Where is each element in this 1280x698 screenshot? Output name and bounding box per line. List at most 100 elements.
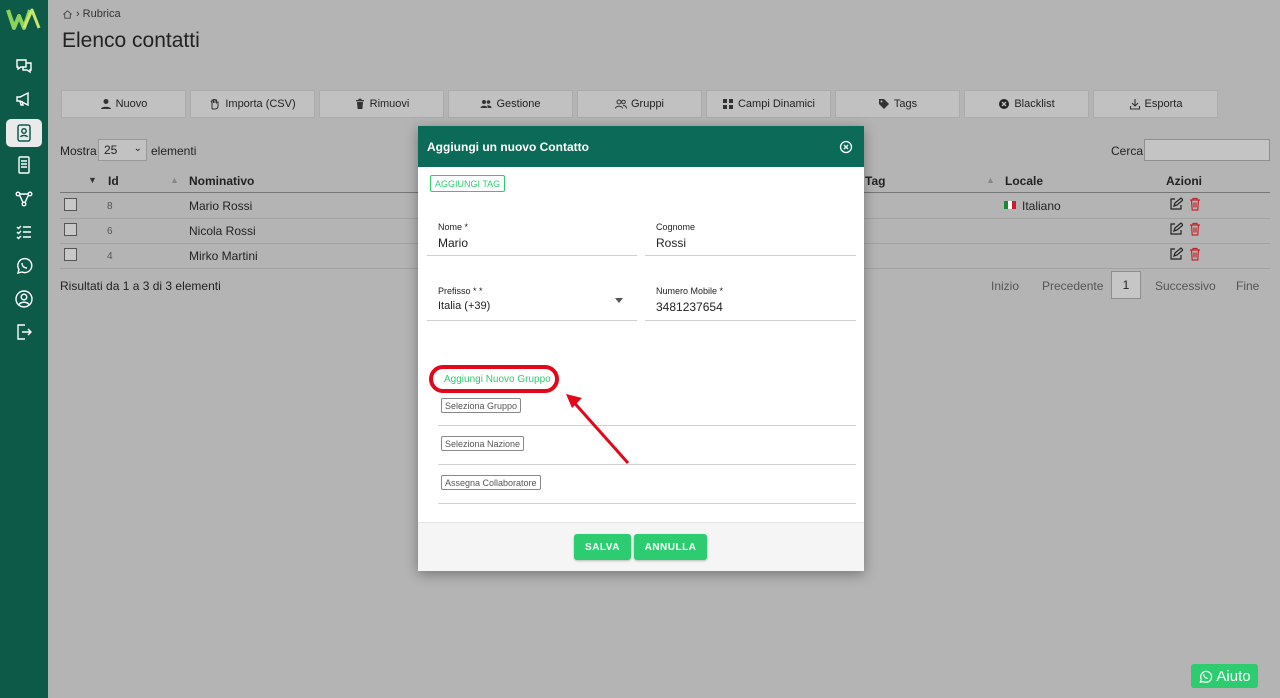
pagination-next[interactable]: Successivo bbox=[1155, 279, 1216, 293]
row-name: Mario Rossi bbox=[189, 199, 253, 213]
first-name-field[interactable]: Nome * Mario bbox=[427, 216, 637, 256]
sort-desc-icon[interactable]: ▼ bbox=[88, 175, 97, 185]
flow-icon[interactable] bbox=[12, 187, 36, 211]
delete-icon[interactable] bbox=[1188, 222, 1202, 236]
select-nation-chip[interactable]: Seleziona Nazione bbox=[441, 436, 525, 451]
close-icon[interactable] bbox=[839, 140, 853, 154]
whatsapp-icon bbox=[1199, 670, 1213, 683]
account-icon[interactable] bbox=[12, 287, 36, 311]
ban-icon bbox=[999, 99, 1010, 109]
breadcrumb: › Rubrica bbox=[62, 8, 121, 20]
toolbar-label: Blacklist bbox=[1014, 98, 1055, 110]
delete-icon[interactable] bbox=[1188, 197, 1202, 211]
collaborator-select-row: Assegna Collaboratore bbox=[438, 464, 856, 504]
delete-icon[interactable] bbox=[1188, 247, 1202, 261]
mobile-number-value: 3481237654 bbox=[656, 300, 723, 314]
column-name[interactable]: Nominativo bbox=[189, 174, 254, 188]
toolbar-label: Esporta bbox=[1144, 98, 1183, 110]
modal-header: Aggiungi un nuovo Contatto bbox=[418, 126, 864, 167]
dropdown-caret-icon bbox=[615, 298, 623, 303]
hand-icon bbox=[210, 99, 219, 110]
column-id[interactable]: Id bbox=[108, 174, 119, 188]
prefix-select[interactable]: Prefisso * * Italia (+39) bbox=[427, 280, 637, 321]
dynamic-fields-button[interactable]: Campi Dinamici bbox=[706, 90, 831, 118]
mobile-number-field[interactable]: Numero Mobile * 3481237654 bbox=[645, 280, 856, 321]
manage-button[interactable]: Gestione bbox=[448, 90, 573, 118]
tags-button[interactable]: Tags bbox=[835, 90, 960, 118]
row-checkbox[interactable] bbox=[64, 248, 77, 261]
groups-button[interactable]: Gruppi bbox=[577, 90, 702, 118]
page-size-select[interactable]: 25 ⌄ bbox=[98, 139, 147, 161]
row-locale: Italiano bbox=[1022, 199, 1061, 213]
annotation-arrow-icon bbox=[566, 394, 630, 464]
chat-icon[interactable] bbox=[12, 54, 36, 78]
help-button[interactable]: Aiuto bbox=[1191, 664, 1258, 688]
toolbar-label: Importa (CSV) bbox=[225, 98, 296, 110]
tag-icon bbox=[878, 99, 889, 109]
document-icon[interactable] bbox=[12, 153, 36, 177]
select-group-chip[interactable]: Seleziona Gruppo bbox=[441, 398, 522, 413]
mobile-number-label: Numero Mobile * bbox=[656, 286, 724, 296]
brand-logo[interactable] bbox=[6, 6, 42, 32]
italy-flag-icon bbox=[1004, 201, 1016, 209]
user-plus-icon bbox=[100, 99, 111, 109]
chevron-down-icon: ⌄ bbox=[133, 143, 142, 154]
assign-collaborator-chip[interactable]: Assegna Collaboratore bbox=[441, 475, 541, 490]
import-csv-button[interactable]: Importa (CSV) bbox=[190, 90, 315, 118]
show-label: Mostra bbox=[60, 144, 97, 158]
home-icon[interactable] bbox=[62, 9, 73, 20]
prefix-value: Italia (+39) bbox=[438, 300, 491, 312]
show-after-label: elementi bbox=[151, 144, 197, 158]
add-contact-modal: Aggiungi un nuovo Contatto AGGIUNGI TAG … bbox=[418, 126, 864, 571]
megaphone-icon[interactable] bbox=[12, 87, 36, 111]
save-button[interactable]: SALVA bbox=[574, 534, 631, 560]
users-icon bbox=[480, 100, 492, 108]
results-info: Risultati da 1 a 3 di 3 elementi bbox=[60, 279, 221, 293]
new-contact-button[interactable]: Nuovo bbox=[61, 90, 186, 118]
first-name-value: Mario bbox=[438, 236, 469, 250]
column-locale[interactable]: Locale bbox=[1005, 174, 1043, 188]
search-input[interactable] bbox=[1144, 139, 1270, 161]
nation-select-row: Seleziona Nazione bbox=[438, 425, 856, 465]
breadcrumb-separator: › bbox=[76, 8, 80, 20]
row-id: 4 bbox=[107, 251, 113, 262]
blacklist-button[interactable]: Blacklist bbox=[964, 90, 1089, 118]
checklist-icon[interactable] bbox=[12, 220, 36, 244]
help-label: Aiuto bbox=[1216, 667, 1251, 685]
last-name-value: Rossi bbox=[656, 236, 687, 250]
pagination-last[interactable]: Fine bbox=[1236, 279, 1259, 293]
search-label: Cerca: bbox=[1111, 144, 1147, 158]
row-checkbox[interactable] bbox=[64, 223, 77, 236]
sort-icon[interactable]: ▲ bbox=[170, 175, 179, 185]
row-name: Mirko Martini bbox=[189, 249, 258, 263]
trash-icon bbox=[355, 98, 364, 109]
contacts-icon[interactable] bbox=[6, 119, 42, 147]
toolbar-label: Campi Dinamici bbox=[737, 98, 816, 110]
edit-icon[interactable] bbox=[1169, 222, 1183, 236]
edit-icon[interactable] bbox=[1169, 197, 1183, 211]
remove-button[interactable]: Rimuovi bbox=[319, 90, 444, 118]
download-icon bbox=[1129, 99, 1140, 110]
logout-icon[interactable] bbox=[12, 320, 36, 344]
toolbar-label: Gruppi bbox=[630, 98, 665, 110]
toolbar-label: Tags bbox=[893, 98, 918, 110]
last-name-field[interactable]: Cognome Rossi bbox=[645, 216, 856, 256]
add-tag-button[interactable]: AGGIUNGI TAG bbox=[430, 175, 506, 192]
sort-icon[interactable]: ▲ bbox=[986, 175, 995, 185]
cancel-button[interactable]: ANNULLA bbox=[634, 534, 707, 560]
whatsapp-icon[interactable] bbox=[12, 254, 36, 278]
first-name-label: Nome * bbox=[438, 222, 469, 232]
export-button[interactable]: Esporta bbox=[1093, 90, 1218, 118]
pagination-first[interactable]: Inizio bbox=[991, 279, 1019, 293]
breadcrumb-item[interactable]: Rubrica bbox=[83, 8, 121, 20]
pagination-current[interactable]: 1 bbox=[1111, 271, 1141, 299]
row-id: 8 bbox=[107, 201, 113, 212]
last-name-label: Cognome bbox=[656, 222, 696, 232]
edit-icon[interactable] bbox=[1169, 247, 1183, 261]
column-tag[interactable]: Tag bbox=[865, 174, 885, 188]
grid-icon bbox=[722, 99, 733, 109]
row-checkbox[interactable] bbox=[64, 198, 77, 211]
modal-footer: SALVA ANNULLA bbox=[418, 522, 864, 571]
pagination-previous[interactable]: Precedente bbox=[1042, 279, 1103, 293]
modal-title: Aggiungi un nuovo Contatto bbox=[427, 139, 589, 154]
